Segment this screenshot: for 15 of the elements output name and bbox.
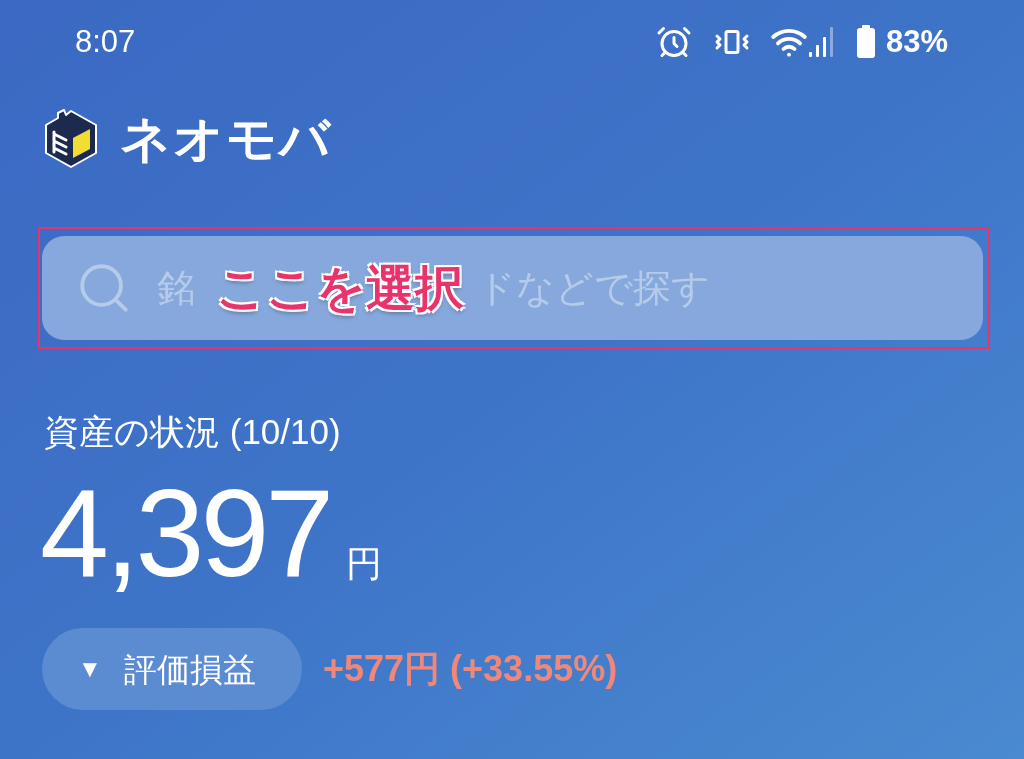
profit-value: +577円 (+33.55%) bbox=[323, 651, 618, 687]
dropdown-arrow: ▼ bbox=[78, 657, 102, 681]
battery-icon bbox=[855, 25, 876, 59]
callout-label: ここを選択 bbox=[216, 260, 464, 316]
assets-title: 資産の状況 (10/10) bbox=[44, 411, 341, 453]
profit-toggle-button[interactable]: ▼ 評価損益 bbox=[42, 628, 302, 710]
currency-unit: 円 bbox=[346, 546, 383, 582]
signal-icon bbox=[807, 25, 834, 59]
toggle-label: 評価損益 bbox=[123, 652, 256, 686]
battery-percent: 83% bbox=[885, 23, 948, 61]
app-name: ネオモバ bbox=[120, 110, 332, 169]
clock-time: 8:07 bbox=[75, 23, 136, 61]
logo-icon bbox=[42, 108, 100, 170]
asset-amount: 4,397 bbox=[40, 471, 331, 595]
alarm-icon bbox=[655, 24, 692, 60]
